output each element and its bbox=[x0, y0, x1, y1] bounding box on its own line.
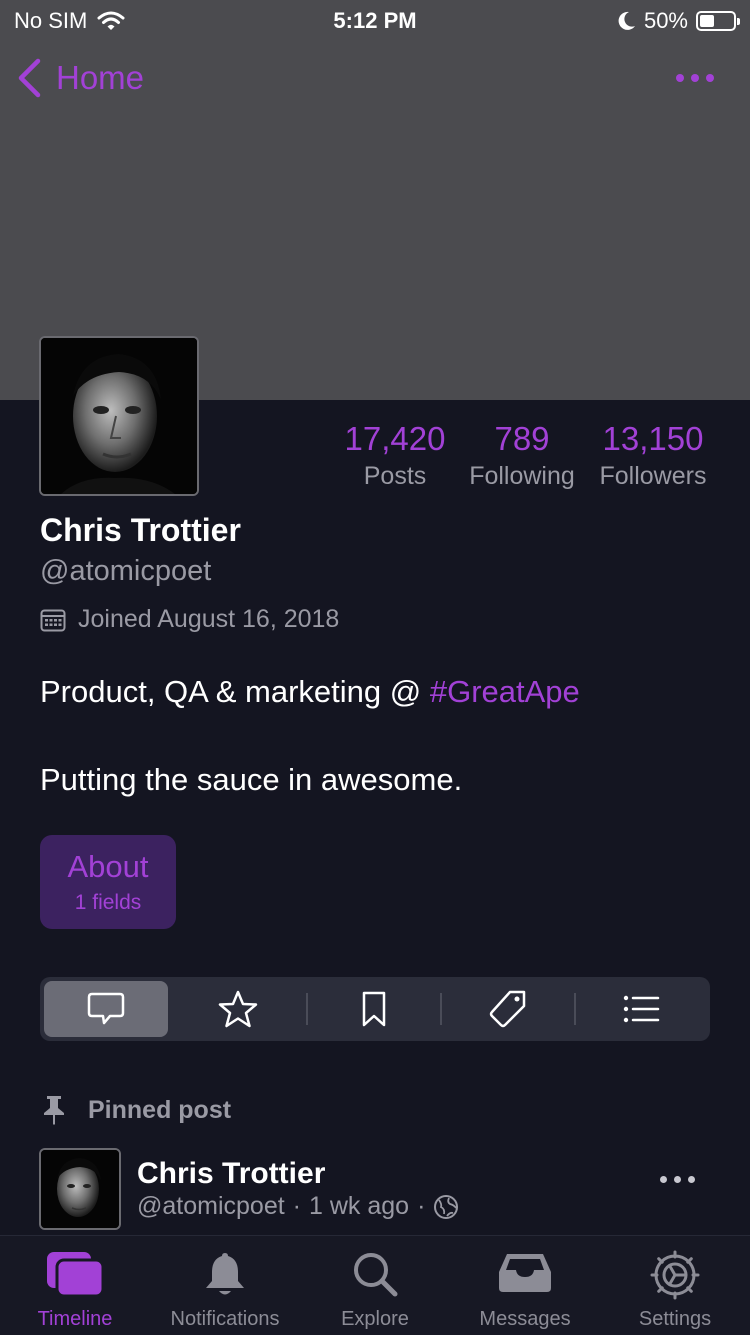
tab-explore[interactable]: Explore bbox=[300, 1236, 450, 1335]
globe-icon bbox=[434, 1194, 459, 1219]
tag-icon bbox=[489, 990, 526, 1028]
nav-bar: Home bbox=[0, 58, 750, 112]
timeline-icon bbox=[47, 1252, 105, 1298]
tab-timeline-label: Timeline bbox=[37, 1308, 113, 1330]
back-button[interactable]: Home bbox=[16, 58, 144, 98]
bell-icon bbox=[206, 1253, 244, 1295]
user-handle: @atomicpoet bbox=[40, 555, 212, 587]
followers-count: 13,150 bbox=[602, 420, 704, 457]
gear-icon bbox=[650, 1250, 700, 1300]
bio-line-1: Product, QA & marketing @ #GreatApe bbox=[40, 674, 580, 710]
segment-favourites[interactable] bbox=[176, 981, 300, 1037]
avatar-photo bbox=[41, 338, 197, 494]
tab-settings-label: Settings bbox=[638, 1308, 712, 1330]
ellipsis-icon bbox=[660, 1176, 695, 1183]
list-icon bbox=[623, 995, 660, 1023]
post-meta: @atomicpoet · 1 wk ago · bbox=[137, 1192, 459, 1221]
following-count: 789 bbox=[494, 420, 550, 457]
tab-settings[interactable]: Settings bbox=[600, 1236, 750, 1335]
pinned-post-header: Pinned post bbox=[40, 1094, 231, 1126]
post-time: 1 wk ago bbox=[309, 1192, 410, 1220]
meta-separator: · bbox=[292, 1192, 301, 1220]
tab-notifications-label: Notifications bbox=[170, 1308, 280, 1330]
about-subtitle: 1 fields bbox=[74, 891, 142, 914]
status-bar: No SIM 5:12 PM 50% bbox=[0, 0, 750, 40]
tab-timeline[interactable]: Timeline bbox=[0, 1236, 150, 1335]
pin-icon bbox=[44, 1096, 64, 1125]
segment-posts[interactable] bbox=[44, 981, 168, 1037]
segment-tags[interactable] bbox=[446, 981, 570, 1037]
about-title: About bbox=[67, 849, 149, 884]
joined-label: Joined August 16, 2018 bbox=[78, 605, 340, 633]
segment-divider bbox=[574, 993, 576, 1025]
segment-bookmarks[interactable] bbox=[312, 981, 436, 1037]
speech-bubble-icon bbox=[87, 992, 125, 1025]
tab-explore-label: Explore bbox=[341, 1308, 409, 1330]
post-author-avatar[interactable] bbox=[39, 1148, 121, 1230]
profile-avatar[interactable] bbox=[39, 336, 199, 496]
following-label: Following bbox=[469, 462, 575, 490]
ellipsis-icon bbox=[676, 74, 714, 82]
chevron-left-icon bbox=[18, 58, 41, 98]
posts-count: 17,420 bbox=[344, 420, 446, 457]
post-author-handle: @atomicpoet bbox=[137, 1192, 285, 1220]
about-button[interactable]: About 1 fields bbox=[40, 835, 176, 929]
bio-text: Product, QA & marketing @ bbox=[40, 674, 430, 709]
status-right: 50% bbox=[618, 8, 740, 34]
avatar-photo bbox=[41, 1150, 119, 1228]
star-icon bbox=[218, 990, 258, 1028]
followers-label: Followers bbox=[599, 462, 707, 490]
stat-followers[interactable]: 13,150 Followers bbox=[588, 420, 718, 491]
calendar-icon bbox=[40, 609, 66, 631]
more-options-button[interactable] bbox=[676, 74, 714, 82]
profile-segment-control bbox=[40, 977, 710, 1041]
post-author-name[interactable]: Chris Trottier bbox=[137, 1157, 325, 1191]
pinned-post-label: Pinned post bbox=[88, 1095, 232, 1124]
segment-divider bbox=[440, 993, 442, 1025]
posts-label: Posts bbox=[363, 462, 427, 490]
battery-percent: 50% bbox=[643, 8, 688, 33]
tab-messages[interactable]: Messages bbox=[450, 1236, 600, 1335]
hashtag-link[interactable]: #GreatApe bbox=[430, 674, 580, 709]
post-more-button[interactable] bbox=[660, 1176, 695, 1183]
segment-lists[interactable] bbox=[580, 981, 704, 1037]
bookmark-icon bbox=[362, 991, 386, 1027]
inbox-icon bbox=[499, 1254, 551, 1292]
back-label: Home bbox=[56, 59, 145, 96]
segment-divider bbox=[306, 993, 308, 1025]
search-icon bbox=[354, 1253, 398, 1297]
joined-date: Joined August 16, 2018 bbox=[40, 605, 339, 634]
bio-line-2: Putting the sauce in awesome. bbox=[40, 762, 463, 797]
display-name: Chris Trottier bbox=[40, 512, 241, 548]
stat-following[interactable]: 789 Following bbox=[460, 420, 584, 491]
tab-bar: Timeline Notifications Explore Messages bbox=[0, 1235, 750, 1335]
stat-posts[interactable]: 17,420 Posts bbox=[330, 420, 460, 491]
moon-icon bbox=[618, 11, 635, 30]
tab-messages-label: Messages bbox=[479, 1308, 571, 1330]
meta-separator: · bbox=[417, 1192, 426, 1220]
tab-notifications[interactable]: Notifications bbox=[150, 1236, 300, 1335]
battery-icon bbox=[696, 11, 740, 31]
